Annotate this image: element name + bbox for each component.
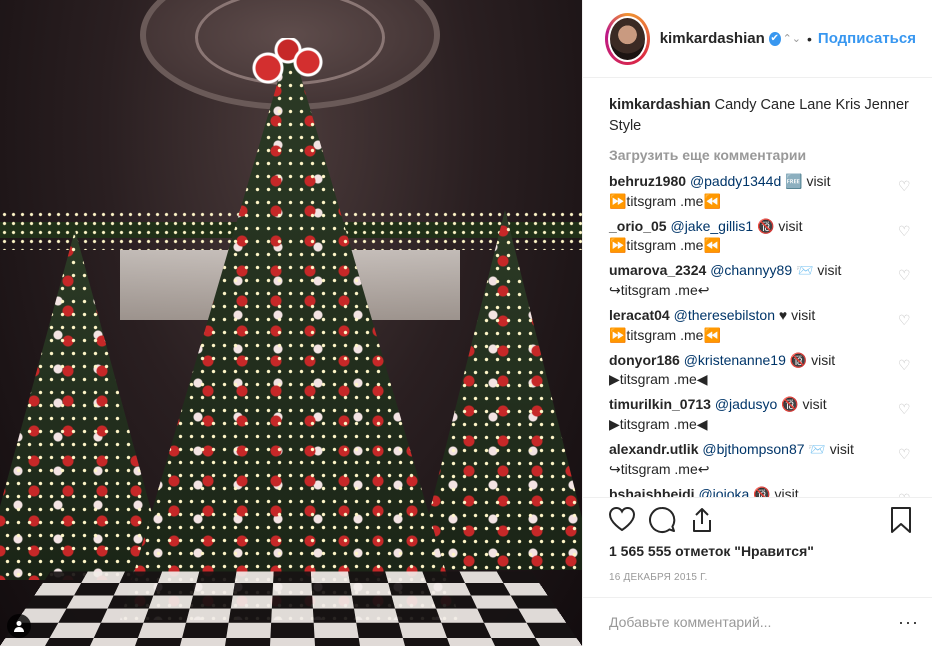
heart-icon[interactable]: ♡ — [898, 358, 913, 372]
load-more-comments-button[interactable]: Загрузить еще комментарии — [609, 147, 911, 163]
add-comment-box: ··· — [583, 597, 932, 646]
separator-dot: • — [807, 30, 812, 47]
comment-username[interactable]: _orio_05 — [609, 218, 667, 234]
comment-mention[interactable]: @jadusyo — [715, 396, 777, 412]
comment-row: donyor186 @kristenanne19 🔞 visit ▶titsgr… — [609, 351, 911, 389]
comment-mention[interactable]: @channyy89 — [710, 262, 792, 278]
heart-icon[interactable]: ♡ — [898, 224, 913, 238]
comment-text: 🔞 visit — [749, 485, 799, 497]
heart-icon[interactable] — [608, 506, 648, 536]
comment-username[interactable]: bshaishbeidi — [609, 486, 695, 497]
comment-row: behruz1980 @paddy1344d 🆓 visit ⏩titsgram… — [609, 172, 911, 210]
caption-username[interactable]: kimkardashian — [609, 97, 711, 113]
comment-username[interactable]: behruz1980 — [609, 173, 686, 189]
comments-list[interactable]: kimkardashian Candy Cane Lane Kris Jenne… — [583, 79, 932, 497]
comment-mention[interactable]: @jake_gillis1 — [670, 218, 753, 234]
comment-mention[interactable]: @theresebilston — [674, 307, 775, 323]
comment-row: _orio_05 @jake_gillis1 🔞 visit ⏩titsgram… — [609, 217, 911, 255]
share-icon[interactable] — [688, 506, 728, 536]
comment-row: leracat04 @theresebilston ♥ visit ⏩titsg… — [609, 306, 911, 344]
comment-row: alexandr.utlik @bjthompson87 📨 visit ↪ti… — [609, 440, 911, 478]
instagram-post: kimkardashian ✔ ⌃⌄ • Подписаться kimkard… — [0, 0, 932, 646]
comment-mention[interactable]: @paddy1344d — [690, 173, 781, 189]
comment-row: umarova_2324 @channyy89 📨 visit ↪titsgra… — [609, 261, 911, 299]
heart-icon[interactable]: ♡ — [898, 179, 913, 193]
post-date[interactable]: 16 ДЕКАБРЯ 2015 Г. — [609, 572, 707, 583]
comment-mention[interactable]: @bjthompson87 — [702, 441, 804, 457]
comment-username[interactable]: leracat04 — [609, 307, 670, 323]
heart-icon[interactable]: ♡ — [898, 447, 913, 461]
action-bar — [583, 497, 932, 537]
chevron-updown-icon[interactable]: ⌃⌄ — [783, 32, 801, 45]
comment-row: bshaishbeidi @jojoka 🔞 visit♡ — [609, 485, 911, 497]
verified-badge-icon: ✔ — [768, 31, 781, 46]
comment-mention[interactable]: @jojoka — [698, 486, 749, 497]
heart-icon[interactable]: ♡ — [898, 313, 913, 327]
avatar[interactable] — [608, 15, 647, 62]
post-header: kimkardashian ✔ ⌃⌄ • Подписаться — [583, 0, 932, 78]
ellipsis-icon[interactable]: ··· — [898, 612, 919, 633]
bookmark-icon[interactable] — [889, 506, 919, 536]
comment-icon[interactable] — [648, 506, 688, 536]
header-username[interactable]: kimkardashian — [660, 30, 765, 47]
comment-username[interactable]: donyor186 — [609, 352, 680, 368]
heart-icon[interactable]: ♡ — [898, 268, 913, 282]
comment-row: timurilkin_0713 @jadusyo 🔞 visit ▶titsgr… — [609, 395, 911, 433]
checkered-floor — [0, 571, 582, 646]
caption: kimkardashian Candy Cane Lane Kris Jenne… — [609, 95, 911, 137]
comment-username[interactable]: umarova_2324 — [609, 262, 706, 278]
avatar-story-ring[interactable] — [605, 12, 650, 65]
comment-username[interactable]: timurilkin_0713 — [609, 396, 711, 412]
christmas-tree-main — [120, 40, 460, 620]
candy-topper — [248, 38, 328, 98]
user-tag-icon[interactable] — [7, 614, 31, 638]
follow-button[interactable]: Подписаться — [818, 30, 916, 47]
add-comment-input[interactable] — [609, 614, 899, 630]
comment-username[interactable]: alexandr.utlik — [609, 441, 698, 457]
post-side-panel: kimkardashian ✔ ⌃⌄ • Подписаться kimkard… — [582, 0, 932, 646]
post-photo[interactable] — [0, 0, 582, 646]
likes-count[interactable]: 1 565 555 отметок "Нравится" — [609, 543, 814, 559]
heart-icon[interactable]: ♡ — [898, 402, 913, 416]
comment-mention[interactable]: @kristenanne19 — [684, 352, 786, 368]
